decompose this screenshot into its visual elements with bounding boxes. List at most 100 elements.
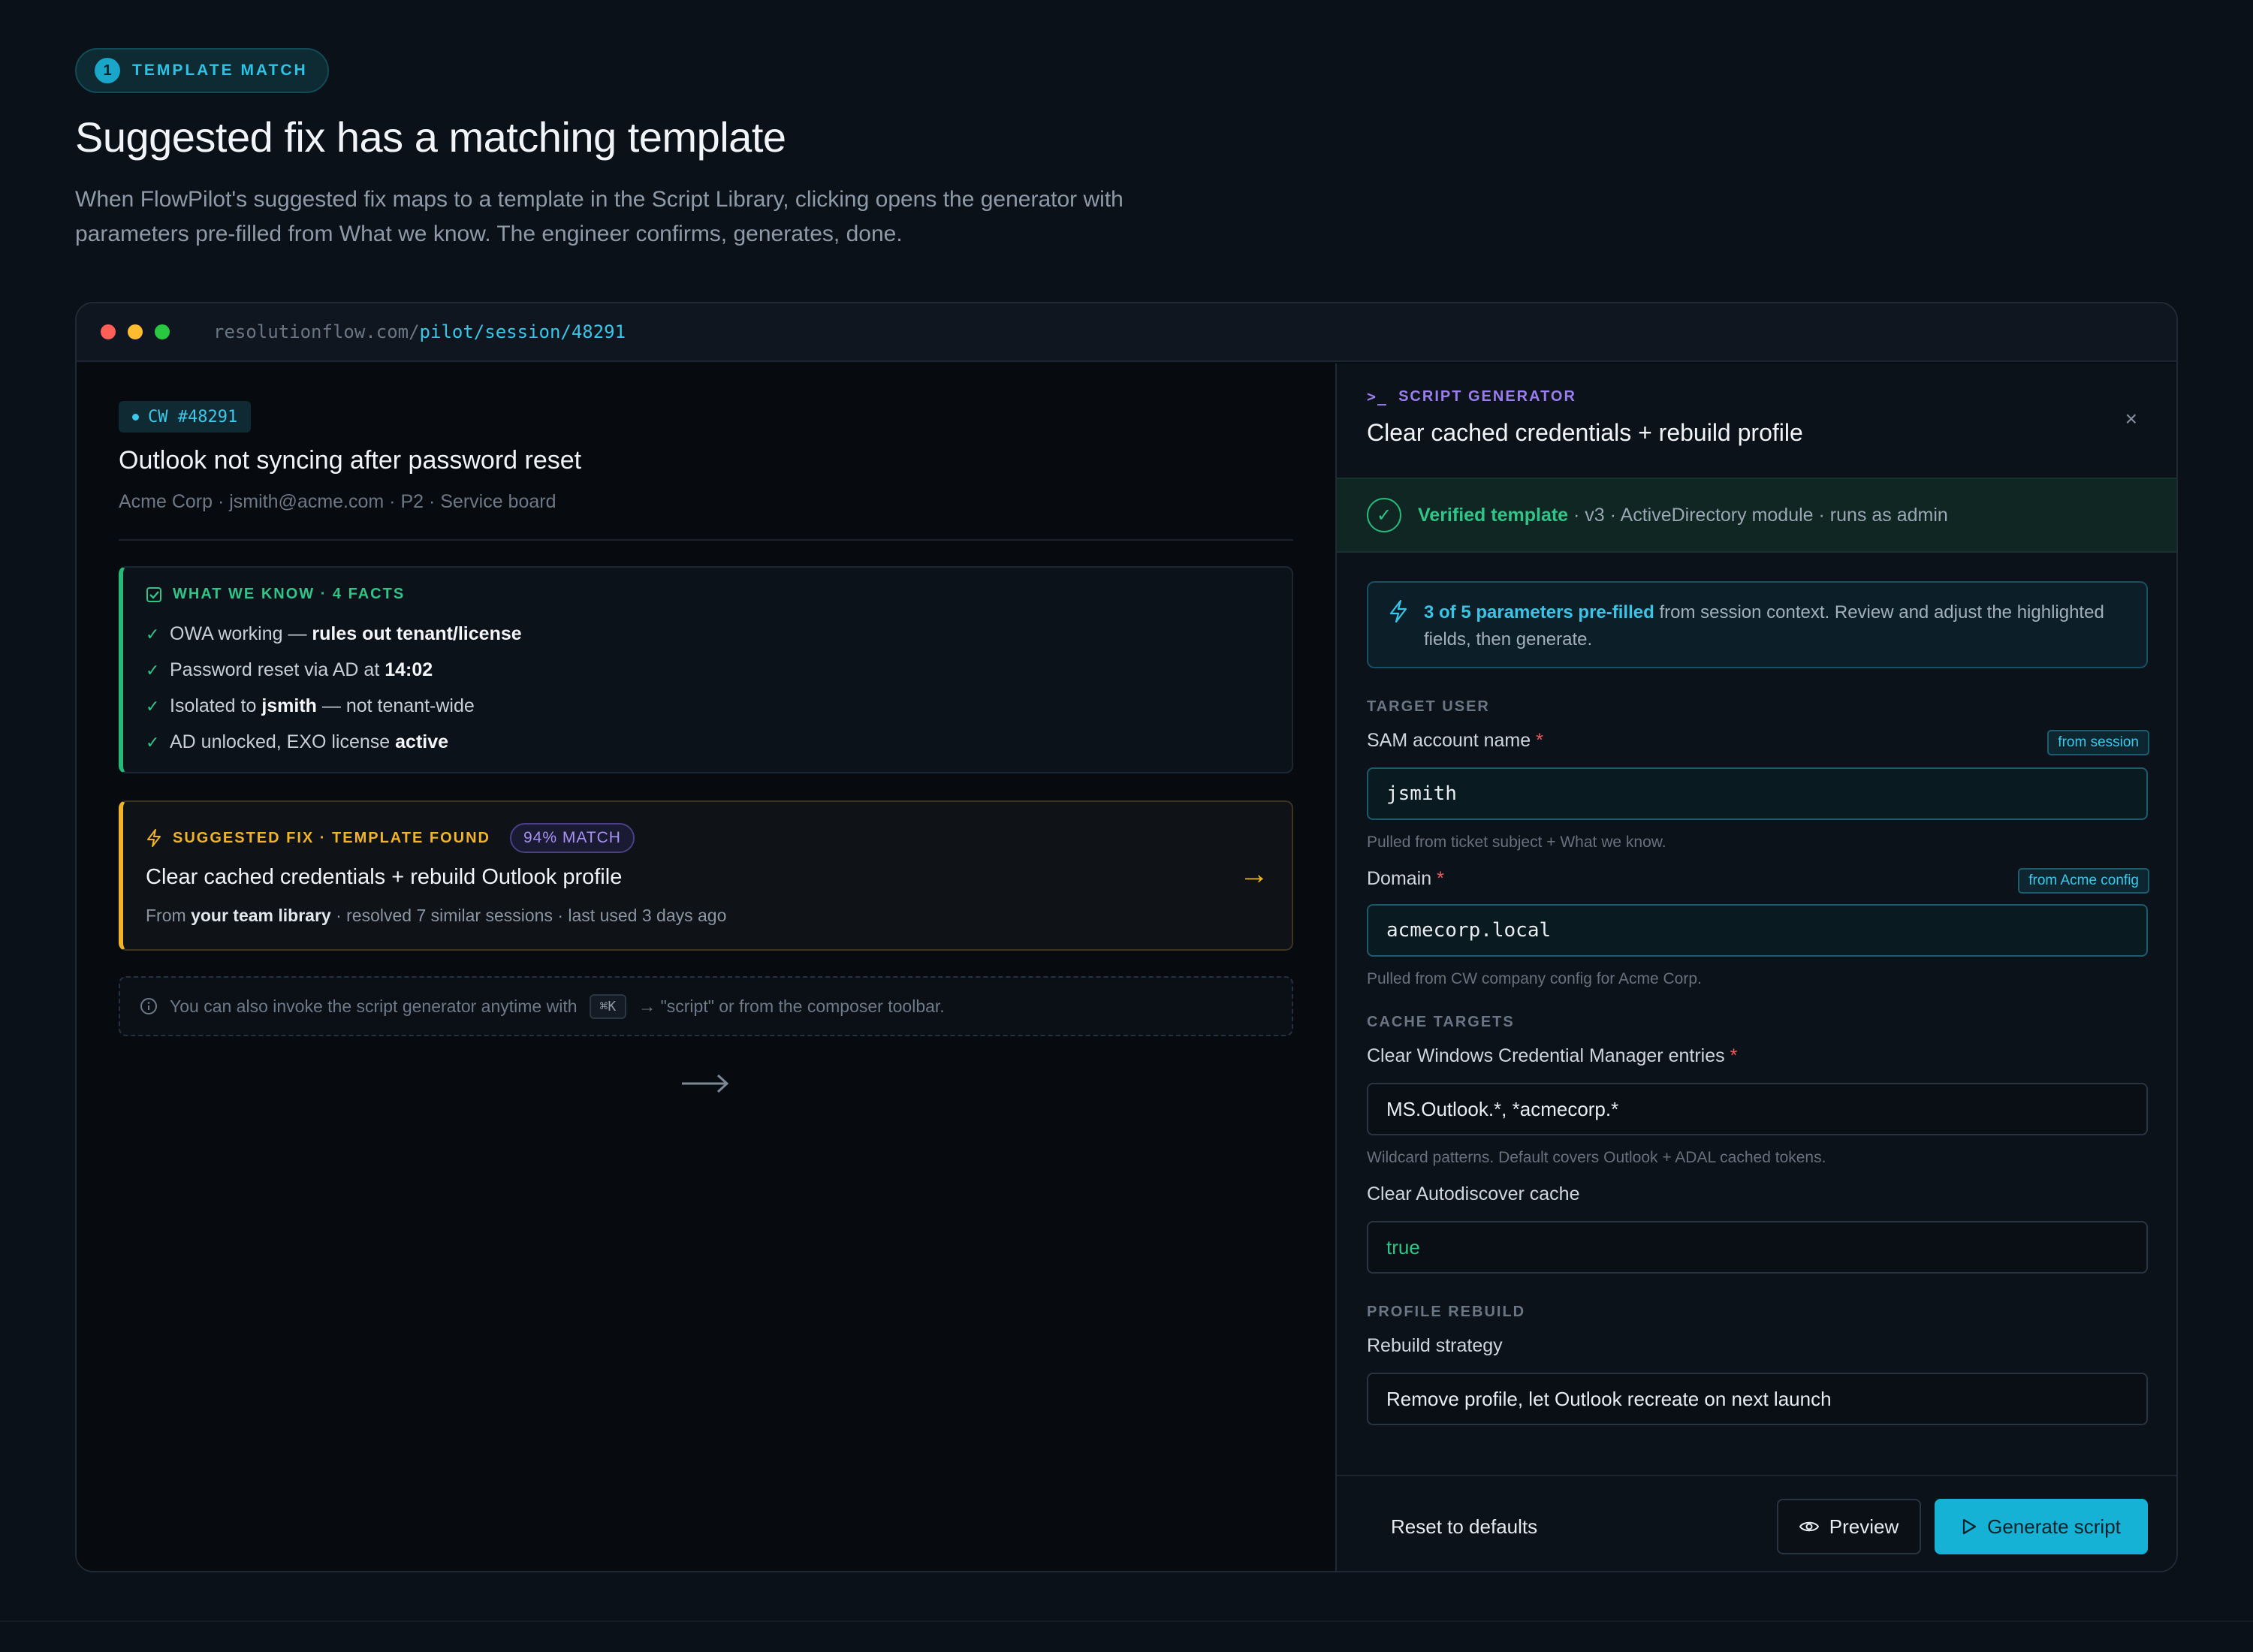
check-icon: ✓ [146, 660, 160, 680]
template-details: · v3 · ActiveDirectory module · runs as … [1568, 504, 1948, 526]
step-number: 1 [95, 58, 120, 83]
close-window-dot[interactable] [101, 324, 116, 339]
suggested-fix-label: SUGGESTED FIX · TEMPLATE FOUND [173, 829, 490, 846]
domain-label-text: Domain [1367, 868, 1432, 889]
check-icon: ✓ [146, 696, 160, 716]
prefill-notice: 3 of 5 parameters pre-filled from sessio… [1367, 581, 2148, 668]
meta-suffix: · resolved 7 similar sessions · last use… [330, 906, 727, 925]
verified-check-icon: ✓ [1367, 498, 1401, 532]
required-marker: * [1730, 1045, 1738, 1066]
fact-text: Password reset via AD at [170, 659, 385, 680]
required-marker: * [1536, 730, 1543, 751]
fact-highlight: active [395, 731, 449, 752]
sam-account-help: Pulled from ticket subject + What we kno… [1367, 834, 1666, 851]
shortcut-key: ⌘K [589, 993, 627, 1019]
suggested-fix-title: Clear cached credentials + rebuild Outlo… [146, 865, 623, 889]
domain-input[interactable]: acmecorp.local [1367, 904, 2148, 957]
ticket-title: Outlook not syncing after password reset [119, 446, 582, 475]
what-we-know-card: WHAT WE KNOW · 4 FACTS ✓ OWA working — r… [119, 566, 1293, 773]
terminal-icon: >_ [1367, 387, 1389, 405]
suggested-fix-header: SUGGESTED FIX · TEMPLATE FOUND 94% MATCH [146, 823, 635, 853]
rebuild-strategy-label: Rebuild strategy [1367, 1335, 1503, 1356]
reset-defaults-button[interactable]: Reset to defaults [1367, 1499, 1561, 1554]
lightning-icon [1389, 599, 1407, 623]
page-description: When FlowPilot's suggested fix maps to a… [75, 187, 1123, 246]
fact-item: ✓ Isolated to jsmith — not tenant-wide [146, 695, 475, 717]
credential-manager-help: Wildcard patterns. Default covers Outloo… [1367, 1149, 1826, 1166]
fact-item: ✓ AD unlocked, EXO license active [146, 731, 448, 753]
match-badge: 94% MATCH [509, 823, 635, 853]
status-dot-icon [132, 413, 139, 421]
section-cache-targets: CACHE TARGETS [1367, 1014, 1515, 1030]
verified-label: Verified template [1418, 504, 1569, 526]
browser-window: resolutionflow.com/pilot/session/48291 C… [75, 302, 2178, 1572]
section-profile-rebuild: PROFILE REBUILD [1367, 1304, 1526, 1320]
script-generator-label: >_ SCRIPT GENERATOR [1367, 387, 1576, 405]
page-divider [0, 1620, 2253, 1622]
fact-text: Isolated to [170, 695, 262, 716]
fact-text: AD unlocked, EXO license [170, 731, 396, 752]
step-badge: 1 TEMPLATE MATCH [75, 48, 329, 93]
meta-prefix: From [146, 906, 192, 925]
prefill-count: 3 of 5 parameters pre-filled [1424, 602, 1654, 623]
check-icon: ✓ [146, 624, 160, 644]
script-generator-label-text: SCRIPT GENERATOR [1398, 387, 1576, 405]
what-we-know-heading: WHAT WE KNOW · 4 FACTS [146, 586, 405, 603]
preview-button[interactable]: Preview [1777, 1499, 1921, 1554]
fact-suffix: — not tenant-wide [316, 695, 475, 716]
arrow-right-icon[interactable]: → [1239, 858, 1269, 891]
generate-script-button-label: Generate script [1987, 1515, 2121, 1538]
checklist-icon [146, 586, 161, 602]
suggested-fix-meta: From your team library · resolved 7 simi… [146, 906, 726, 926]
autodiscover-input[interactable]: true [1367, 1221, 2148, 1274]
credential-manager-label-text: Clear Windows Credential Manager entries [1367, 1045, 1725, 1066]
team-library-link: your team library [191, 906, 331, 925]
url-path: pilot/session/48291 [419, 321, 626, 342]
generator-title: Clear cached credentials + rebuild profi… [1367, 419, 1803, 446]
what-we-know-label: WHAT WE KNOW · 4 FACTS [173, 586, 406, 602]
flow-arrow-icon [682, 1074, 729, 1093]
hint-suffix: → "script" or from the composer toolbar. [638, 996, 945, 1016]
eye-icon [1799, 1521, 1819, 1532]
section-target-user: TARGET USER [1367, 698, 1490, 715]
from-acme-config-badge: from Acme config [2018, 868, 2149, 894]
hint-text: You can also invoke the script generator… [170, 996, 578, 1016]
ticket-meta: Acme Corp · jsmith@acme.com · P2 · Servi… [119, 491, 556, 512]
script-generator-hint: You can also invoke the script generator… [119, 976, 1293, 1036]
domain-label: Domain * [1367, 868, 1444, 890]
minimize-window-dot[interactable] [128, 324, 143, 339]
fact-highlight: 14:02 [385, 659, 433, 680]
from-session-badge: from session [2047, 730, 2149, 755]
autodiscover-label: Clear Autodiscover cache [1367, 1183, 1580, 1204]
script-generator-panel: >_ SCRIPT GENERATOR Clear cached credent… [1335, 363, 2176, 1571]
fact-item: ✓ Password reset via AD at 14:02 [146, 659, 433, 681]
address-bar[interactable]: resolutionflow.com/pilot/session/48291 [213, 321, 626, 342]
fact-text: OWA working — [170, 623, 312, 644]
required-marker: * [1437, 868, 1444, 889]
sam-account-label-text: SAM account name [1367, 730, 1531, 751]
generate-script-button[interactable]: Generate script [1935, 1499, 2148, 1554]
maximize-window-dot[interactable] [155, 324, 170, 339]
session-pane: CW #48291 Outlook not syncing after pass… [77, 363, 1335, 1571]
rebuild-strategy-select[interactable]: Remove profile, let Outlook recreate on … [1367, 1373, 2148, 1425]
info-icon [140, 998, 157, 1014]
close-icon[interactable]: × [2125, 407, 2137, 431]
browser-titlebar: resolutionflow.com/pilot/session/48291 [77, 303, 2176, 362]
sam-account-input[interactable]: jsmith [1367, 767, 2148, 820]
fact-item: ✓ OWA working — rules out tenant/license [146, 623, 522, 645]
fact-highlight: rules out tenant/license [312, 623, 522, 644]
credential-manager-input[interactable]: MS.Outlook.*, *acmecorp.* [1367, 1083, 2148, 1135]
check-icon: ✓ [146, 732, 160, 752]
fact-highlight: jsmith [261, 695, 317, 716]
lightning-icon [147, 829, 161, 847]
generator-footer: Reset to defaults Preview Generate scrip… [1337, 1475, 2176, 1571]
preview-button-label: Preview [1829, 1515, 1899, 1538]
suggested-fix-card[interactable]: SUGGESTED FIX · TEMPLATE FOUND 94% MATCH… [119, 800, 1293, 951]
domain-help: Pulled from CW company config for Acme C… [1367, 970, 1702, 987]
play-icon [1963, 1518, 1977, 1535]
credential-manager-label: Clear Windows Credential Manager entries… [1367, 1045, 1737, 1067]
ticket-chip[interactable]: CW #48291 [119, 401, 252, 433]
divider [119, 539, 1293, 541]
page-title: Suggested fix has a matching template [75, 113, 786, 161]
verified-template-bar: ✓ Verified template · v3 · ActiveDirecto… [1337, 478, 2176, 553]
